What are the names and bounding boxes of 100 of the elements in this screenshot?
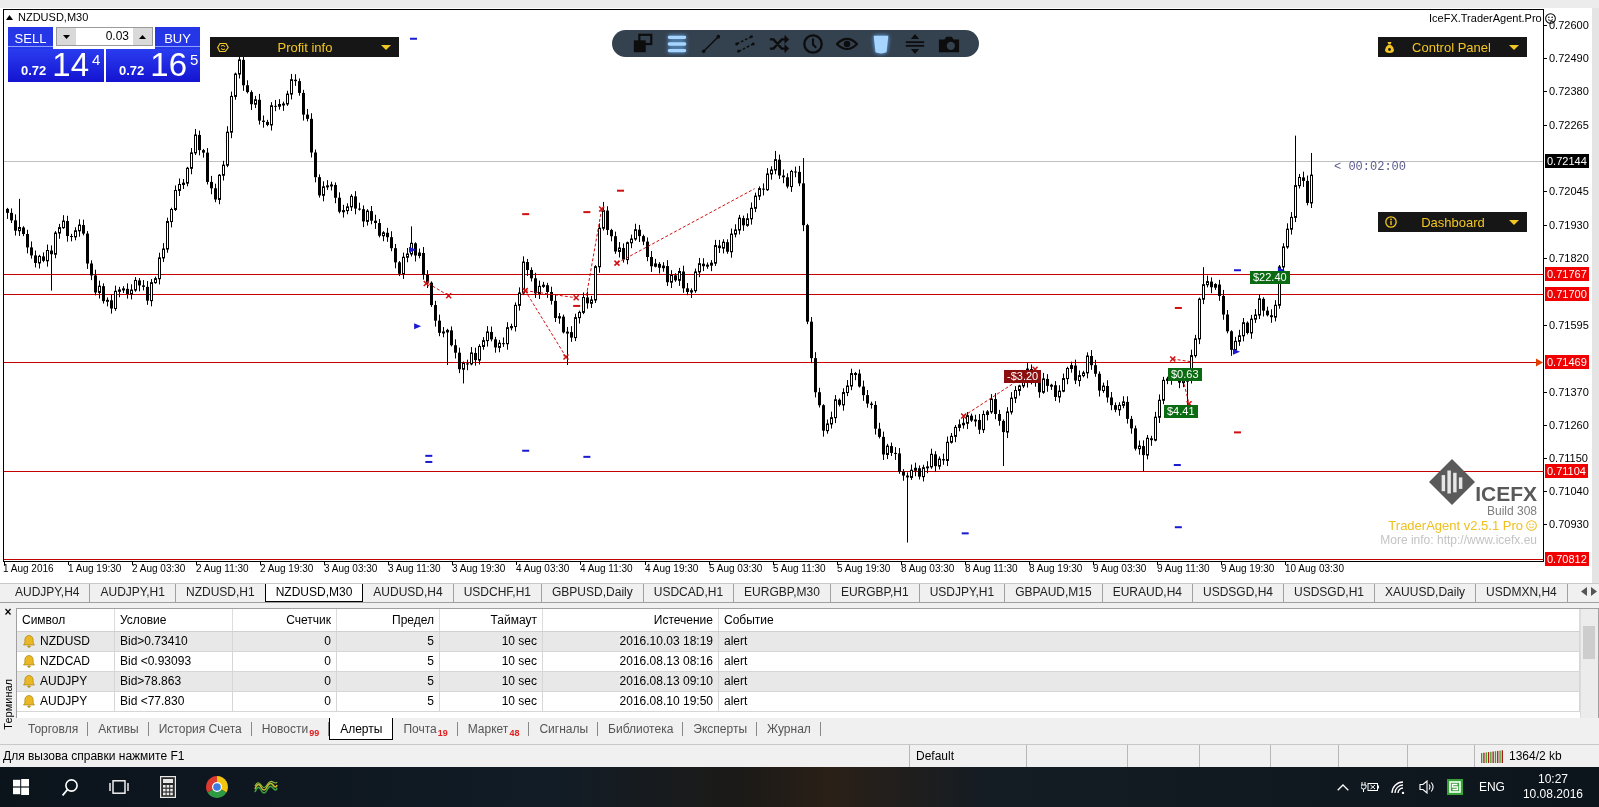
panel-tab[interactable]: Сигналы — [529, 718, 599, 740]
order-marker — [961, 532, 969, 535]
price-level-tag: 0.71104 — [1545, 464, 1588, 478]
column-header[interactable]: Истечение — [543, 609, 719, 631]
chart-tab[interactable]: USDMXN,H4 — [1476, 584, 1568, 602]
column-header[interactable]: Символ — [17, 609, 115, 631]
wifi-icon[interactable] — [1390, 780, 1407, 794]
panel-tab[interactable]: Алерты — [329, 718, 394, 740]
expiry-time: 2016.08.13 09:10 — [543, 672, 719, 691]
timeout-value: 10 sec — [440, 652, 543, 671]
chart-tab[interactable]: GBPUSD,Daily — [542, 584, 644, 602]
browser-icon[interactable] — [205, 776, 228, 798]
time-tick: 1 Aug 2016 — [3, 563, 54, 575]
caret-icon — [381, 44, 391, 50]
clock-date[interactable]: 10.08.2016 — [1522, 787, 1583, 802]
symbol-label: NZDUSD — [40, 633, 90, 650]
panel-tab[interactable]: Библиотека — [598, 718, 684, 740]
profit-label: $4.41 — [1164, 405, 1198, 418]
scrollbar-thumb[interactable] — [1583, 626, 1595, 659]
price-level-tag: 0.70812 — [1545, 552, 1589, 566]
calculator-icon[interactable] — [159, 776, 176, 798]
chart-tab[interactable]: GBPAUD,M15 — [1005, 584, 1103, 602]
price-tick: 0.71150 — [1549, 452, 1588, 465]
column-header[interactable]: Счетчик — [233, 609, 337, 631]
order-marker — [425, 454, 433, 457]
task-view-icon[interactable] — [108, 780, 129, 794]
build-label: Build 308 — [1486, 505, 1537, 518]
time-tick: 3 Aug 19:30 — [452, 563, 506, 575]
bell-icon — [23, 695, 35, 708]
chevron-up-icon[interactable] — [1336, 783, 1349, 791]
price-tick: 0.71930 — [1549, 219, 1589, 232]
arrow-marker — [414, 323, 422, 330]
cross-marker — [521, 287, 529, 294]
profit-label: -$3.20 — [1004, 370, 1042, 383]
time-tick: 5 Aug 03:30 — [709, 563, 763, 575]
buy-button[interactable]: BUY — [155, 27, 200, 49]
sell-button[interactable]: SELL — [8, 27, 53, 49]
limit-value: 5 — [337, 632, 440, 651]
price-tick: 0.72600 — [1549, 19, 1589, 32]
price-tick: 0.71370 — [1549, 386, 1589, 399]
order-marker — [617, 189, 624, 192]
scrollbar-track[interactable] — [1580, 609, 1598, 718]
profit-info-dropdown[interactable]: Profit info — [210, 37, 399, 57]
chart-tab[interactable]: AUDJPY,H4 — [5, 584, 91, 602]
chart-tab[interactable]: USDSGD,H4 — [1193, 584, 1285, 602]
table-row[interactable]: AUDJPY Bid>78.863 0 5 10 sec 2016.08.13 09:10 alert — [17, 672, 1580, 692]
panel-tab[interactable]: Торговля — [18, 718, 89, 740]
close-button[interactable]: × — [4, 606, 12, 618]
left-arrow-icon[interactable] — [1581, 587, 1587, 596]
chart-tab[interactable]: EURGBP,H1 — [830, 584, 920, 602]
order-marker — [1173, 464, 1181, 466]
condition-label: Bid <0.93093 — [115, 652, 233, 671]
dashboard-dropdown[interactable]: Dashboard — [1378, 212, 1527, 232]
triangle-icon[interactable] — [6, 14, 13, 20]
speaker-icon[interactable] — [1418, 780, 1435, 794]
order-marker — [522, 213, 530, 216]
profile-name: Default — [916, 749, 955, 763]
panel-tab[interactable]: Журнал — [757, 718, 821, 740]
chart-tab[interactable]: NZDUSD,M30 — [264, 584, 364, 602]
bell-icon — [23, 675, 35, 688]
chart-tab[interactable]: AUDJPY,H1 — [90, 584, 176, 602]
column-header[interactable]: Предел — [337, 609, 440, 631]
wave-lines-icon[interactable] — [253, 780, 278, 794]
logo-icon — [1429, 459, 1476, 505]
chart-tab[interactable]: EURGBP,M30 — [734, 584, 831, 602]
control-panel-dropdown[interactable]: Control Panel — [1378, 37, 1527, 57]
panel-tab[interactable]: Активы — [88, 718, 149, 740]
tray-app-icon[interactable] — [1446, 779, 1463, 795]
search-icon[interactable] — [61, 778, 78, 796]
chart-tab[interactable]: EURAUD,H4 — [1102, 584, 1193, 602]
price-tick: 0.72490 — [1549, 52, 1589, 65]
panel-tab[interactable]: Эксперты — [683, 718, 758, 740]
chart-tab[interactable]: USDCAD,H1 — [643, 584, 735, 602]
battery-plug-icon[interactable] — [1360, 781, 1379, 793]
logo-name: ICEFX — [1475, 484, 1537, 504]
column-header[interactable]: Таймаут — [440, 609, 543, 631]
language-indicator[interactable]: ENG — [1478, 780, 1505, 794]
counter-value: 0 — [233, 652, 337, 671]
chart-tab[interactable]: USDJPY,H1 — [919, 584, 1006, 602]
table-row[interactable]: AUDJPY Bid <77.830 0 5 10 sec 2016.08.10 19:50 alert — [17, 692, 1580, 712]
start-icon[interactable] — [12, 779, 29, 795]
traffic-label: 1364/2 kb — [1509, 749, 1562, 763]
right-arrow-icon[interactable] — [1591, 587, 1597, 596]
bar-countdown: < 00:02:00 — [1334, 160, 1406, 174]
chart-tab[interactable]: USDSGD,H1 — [1284, 584, 1376, 602]
time-tick: 1 Aug 19:30 — [68, 563, 122, 575]
chart-tab[interactable]: AUDUSD,H4 — [363, 584, 454, 602]
clock-time[interactable]: 10:27 — [1537, 772, 1568, 787]
chart-tab[interactable]: XAUUSD,Daily — [1375, 584, 1477, 602]
price-tick: 0.71260 — [1549, 419, 1589, 432]
order-marker — [583, 211, 591, 214]
profit-label: $22.40 — [1250, 271, 1290, 284]
table-row[interactable]: NZDCAD Bid <0.93093 0 5 10 sec 2016.08.13 08:16 alert — [17, 652, 1580, 672]
column-header[interactable]: Условие — [115, 609, 233, 631]
cross-marker — [572, 294, 580, 301]
table-row[interactable]: NZDUSD Bid>0.73410 0 5 10 sec 2016.10.03 18:19 alert — [17, 632, 1580, 652]
time-tick: 8 Aug 03:30 — [901, 563, 955, 575]
chart-tab[interactable]: USDCHF,H1 — [453, 584, 543, 602]
chart-title: NZDUSD,M30 — [18, 11, 89, 23]
panel-tab[interactable]: История Счета — [148, 718, 252, 740]
